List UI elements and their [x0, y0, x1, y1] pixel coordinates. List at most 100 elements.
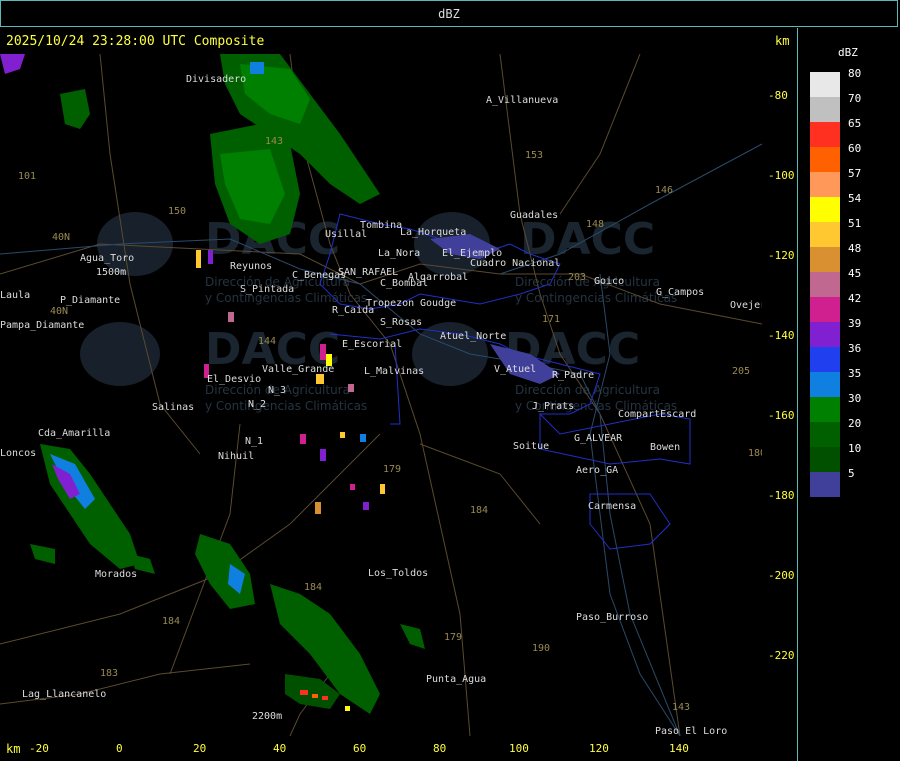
legend-swatch — [810, 397, 840, 422]
legend-swatch — [810, 97, 840, 122]
legend-label: 30 — [848, 392, 862, 405]
title-text: dBZ — [438, 7, 460, 21]
legend-label: 51 — [848, 217, 862, 230]
legend-label: 54 — [848, 192, 862, 205]
svg-text:Carmensa: Carmensa — [588, 501, 636, 512]
km-unit-label-top: km — [775, 34, 790, 48]
svg-text:153: 153 — [525, 150, 543, 161]
svg-text:40N: 40N — [50, 306, 68, 317]
y-tick-label: -200 — [768, 569, 795, 582]
svg-text:184: 184 — [162, 616, 180, 627]
legend-label: 60 — [848, 142, 862, 155]
x-tick-label: 100 — [509, 742, 529, 755]
y-tick-label: -220 — [768, 649, 795, 662]
svg-text:143: 143 — [265, 136, 283, 147]
svg-text:146: 146 — [655, 185, 673, 196]
km-unit-label-bottom: km — [6, 742, 21, 756]
svg-text:2200m: 2200m — [252, 711, 282, 722]
legend-label: 5 — [848, 467, 855, 480]
svg-text:183: 183 — [100, 668, 118, 679]
svg-text:Morados: Morados — [95, 569, 137, 580]
svg-text:184: 184 — [470, 505, 488, 516]
x-tick-label: 120 — [589, 742, 609, 755]
svg-text:G_ALVEAR: G_ALVEAR — [574, 433, 623, 444]
legend-swatch — [810, 422, 840, 447]
legend-swatch — [810, 322, 840, 347]
svg-text:180: 180 — [748, 448, 762, 459]
svg-text:S_Pintada: S_Pintada — [240, 284, 294, 295]
svg-text:P_Diamante: P_Diamante — [60, 295, 120, 306]
svg-text:203: 203 — [568, 272, 586, 283]
legend-label: 45 — [848, 267, 862, 280]
timestamp-label: 2025/10/24 23:28:00 UTC Composite — [6, 34, 265, 49]
svg-text:N_1: N_1 — [245, 436, 263, 447]
legend-swatch — [810, 122, 840, 147]
svg-text:Bowen: Bowen — [650, 442, 680, 453]
legend-swatch — [810, 272, 840, 297]
svg-text:40N: 40N — [52, 232, 70, 243]
y-tick-label: -140 — [768, 329, 795, 342]
svg-text:Guadales: Guadales — [510, 210, 558, 221]
x-tick-label: -20 — [29, 742, 49, 755]
svg-text:184: 184 — [304, 582, 322, 593]
watermark-sub2: y Contingencias Climáticas — [205, 399, 367, 413]
svg-text:Pampa_Diamante: Pampa_Diamante — [0, 320, 84, 331]
svg-text:S_Rosas: S_Rosas — [380, 317, 422, 328]
legend-swatch — [810, 447, 840, 472]
x-tick-label: 80 — [433, 742, 447, 755]
svg-text:El_Desvio: El_Desvio — [207, 374, 261, 385]
svg-text:A_Villanueva: A_Villanueva — [486, 95, 558, 106]
legend-label: 57 — [848, 167, 862, 180]
legend-label: 70 — [848, 92, 862, 105]
svg-text:179: 179 — [444, 632, 462, 643]
svg-text:Usillal: Usillal — [325, 229, 367, 240]
svg-text:Ovejeria: Ovejeria — [730, 300, 762, 311]
svg-text:G_Campos: G_Campos — [656, 287, 704, 298]
legend-label: 65 — [848, 117, 862, 130]
legend-label: 10 — [848, 442, 862, 455]
y-tick-label: -100 — [768, 169, 795, 182]
svg-text:La_Horqueta: La_Horqueta — [400, 227, 466, 238]
svg-text:Lag_Llancanelo: Lag_Llancanelo — [22, 689, 106, 700]
svg-text:150: 150 — [168, 206, 186, 217]
svg-text:144: 144 — [258, 336, 276, 347]
svg-text:Cda_Amarilla: Cda_Amarilla — [38, 428, 110, 439]
svg-text:1500m: 1500m — [96, 267, 126, 278]
svg-text:Goudge: Goudge — [420, 298, 456, 309]
legend-swatch — [810, 247, 840, 272]
legend-swatch — [810, 222, 840, 247]
legend-label: 42 — [848, 292, 862, 305]
svg-text:Paso_Burroso: Paso_Burroso — [576, 612, 648, 623]
svg-text:Atuel_Norte: Atuel_Norte — [440, 331, 506, 342]
svg-text:Divisadero: Divisadero — [186, 74, 246, 85]
legend-swatch — [810, 147, 840, 172]
x-tick-label: 60 — [353, 742, 367, 755]
legend-label: 48 — [848, 242, 862, 255]
svg-text:Punta_Agua: Punta_Agua — [426, 674, 486, 685]
legend-label: 39 — [848, 317, 862, 330]
svg-text:205: 205 — [732, 366, 750, 377]
svg-text:C_Bombal: C_Bombal — [380, 278, 428, 289]
svg-text:Reyunos: Reyunos — [230, 261, 272, 272]
svg-text:Paso_El_Loro: Paso_El_Loro — [655, 726, 727, 736]
legend-label: 80 — [848, 67, 862, 80]
svg-text:V_Atuel: V_Atuel — [494, 364, 536, 375]
svg-text:E_Escorial: E_Escorial — [342, 339, 402, 350]
svg-text:148: 148 — [586, 219, 604, 230]
svg-text:190: 190 — [532, 643, 550, 654]
y-tick-label: -120 — [768, 249, 795, 262]
legend-swatch — [810, 297, 840, 322]
svg-text:SAN_RAFAEL: SAN_RAFAEL — [338, 267, 398, 278]
legend-swatch — [810, 372, 840, 397]
x-tick-label: 140 — [669, 742, 689, 755]
svg-text:Agua_Toro: Agua_Toro — [80, 253, 134, 264]
y-tick-label: -80 — [768, 89, 788, 102]
svg-text:La_Nora: La_Nora — [378, 248, 420, 259]
legend-swatch — [810, 172, 840, 197]
title-bar: dBZ — [0, 0, 898, 27]
svg-text:CompartEscard: CompartEscard — [618, 409, 696, 420]
radar-map[interactable]: DACC Dirección de Agricultura y Continge… — [0, 54, 762, 736]
svg-text:N_2: N_2 — [248, 399, 266, 410]
svg-text:R_Caida: R_Caida — [332, 305, 374, 316]
svg-text:Nihuil: Nihuil — [218, 451, 254, 462]
